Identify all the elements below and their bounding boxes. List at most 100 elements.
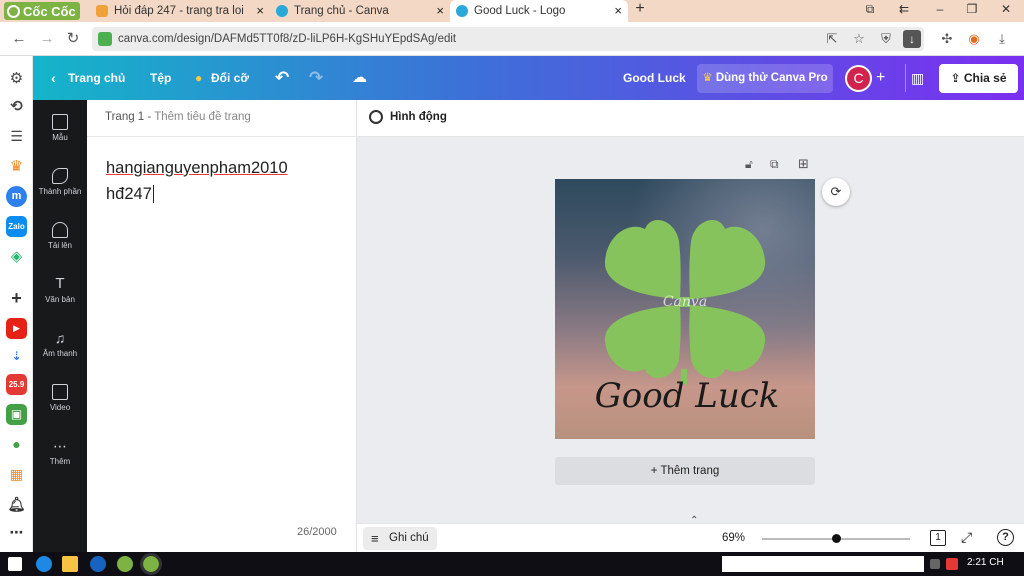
- forward-icon[interactable]: →: [37, 29, 57, 49]
- avatar[interactable]: C: [845, 65, 872, 92]
- help-icon[interactable]: ?: [997, 529, 1014, 546]
- browser-logo[interactable]: Cốc Cốc: [4, 2, 80, 20]
- side-item-uploads[interactable]: Tải lên: [33, 222, 87, 250]
- back-icon[interactable]: ←: [9, 29, 29, 49]
- page-label: Trang 1: [105, 111, 145, 123]
- settings-icon[interactable]: ⚙: [6, 68, 27, 89]
- side-item-video[interactable]: Video: [33, 384, 87, 412]
- cloud-sync-icon[interactable]: ☁: [352, 56, 367, 100]
- game-icon[interactable]: ●: [6, 434, 27, 455]
- maximize-icon[interactable]: ❐: [962, 2, 982, 16]
- tab-canva-home[interactable]: Trang chủ - Canva ×: [270, 0, 450, 22]
- comment-icon[interactable]: ⟳: [822, 178, 850, 206]
- extensions-icon[interactable]: ✣: [937, 29, 957, 49]
- side-item-templates[interactable]: Mẫu: [33, 114, 87, 142]
- notes-button[interactable]: ≡ Ghi chú: [363, 527, 437, 550]
- windows-start-icon[interactable]: [8, 557, 22, 571]
- downloads-icon[interactable]: ⤓: [992, 29, 1012, 49]
- bookmark-icon[interactable]: ☆: [849, 29, 869, 49]
- canva-favicon-icon: [276, 5, 288, 17]
- zalo-icon[interactable]: Zalo: [6, 216, 27, 237]
- side-item-label: Mẫu: [52, 133, 68, 142]
- tab-good-luck[interactable]: Good Luck - Logo ×: [450, 0, 628, 22]
- note-line-2[interactable]: hđ247: [106, 185, 154, 204]
- reload-icon[interactable]: ↻: [63, 29, 83, 49]
- canva-favicon-icon: [456, 5, 468, 17]
- chevron-left-icon[interactable]: ‹: [51, 56, 56, 100]
- coccoc-active-taskbar-icon[interactable]: [140, 553, 162, 575]
- zoom-slider-knob[interactable]: [832, 534, 841, 543]
- share-page-icon[interactable]: ⇱: [822, 29, 842, 49]
- tab-label: Trang chủ - Canva: [294, 5, 389, 17]
- coccoc-icon: [7, 4, 20, 18]
- duplicate-page-icon[interactable]: ⧉: [770, 157, 779, 172]
- lock-page-icon[interactable]: 🔓︎: [745, 157, 753, 172]
- side-item-label: Văn bản: [45, 295, 75, 304]
- animate-icon[interactable]: [369, 110, 383, 124]
- tray-icon[interactable]: [930, 559, 940, 569]
- shield-icon[interactable]: ⛨: [876, 29, 896, 49]
- antivirus-icon[interactable]: [946, 558, 958, 570]
- insights-icon[interactable]: ▥: [911, 56, 924, 100]
- page-header: Trang 1 - Thêm tiêu đề trang: [87, 100, 357, 137]
- gift-icon[interactable]: ▣: [6, 404, 27, 425]
- taskbar-search-box[interactable]: [722, 556, 924, 572]
- profile-icon[interactable]: ◉: [964, 29, 984, 49]
- side-item-more[interactable]: ⋯ Thêm: [33, 438, 87, 466]
- add-page-icon[interactable]: ⊞: [798, 156, 809, 172]
- tab-hoidap[interactable]: Hỏi đáp 247 - trang tra loi ×: [90, 0, 270, 22]
- file-menu[interactable]: Tệp: [150, 56, 171, 100]
- reading-list-icon[interactable]: ☰: [6, 126, 27, 147]
- share-button[interactable]: ⇪ Chia sẻ: [939, 64, 1018, 93]
- side-item-elements[interactable]: Thành phần: [33, 168, 87, 196]
- sale-icon[interactable]: 25.9: [6, 374, 27, 395]
- restore-tabs-icon[interactable]: ⇇: [894, 2, 914, 16]
- editor-footer: ≡ Ghi chú 69% 1 ⤢ ?: [357, 523, 1024, 552]
- file-explorer-icon[interactable]: [62, 556, 78, 572]
- minimize-icon[interactable]: –: [930, 2, 950, 16]
- fullscreen-icon[interactable]: ⤢: [961, 529, 972, 546]
- side-item-audio[interactable]: ♫ Âm thanh: [33, 330, 87, 358]
- note-line-1[interactable]: hangianguyenpham2010: [106, 159, 288, 178]
- url-field[interactable]: canva.com/design/DAFMd5TT0f8/zD-liLP6H-K…: [92, 27, 924, 51]
- lock-icon: [98, 32, 112, 46]
- gamepad-icon[interactable]: ◈: [6, 246, 27, 267]
- page-title-input[interactable]: Thêm tiêu đề trang: [154, 111, 251, 123]
- crown-icon[interactable]: ♛: [6, 156, 27, 177]
- close-icon[interactable]: ×: [436, 3, 444, 18]
- editor-toolbar: Hình động: [357, 100, 1024, 137]
- add-page-button[interactable]: + Thêm trang: [555, 457, 815, 485]
- redo-icon[interactable]: ↷: [309, 56, 323, 100]
- add-app-icon[interactable]: +: [6, 288, 27, 309]
- zoom-app-icon[interactable]: [90, 556, 106, 572]
- close-icon[interactable]: ×: [256, 3, 264, 18]
- youtube-icon[interactable]: ▶: [6, 318, 27, 339]
- more-dots-icon[interactable]: ⋯: [6, 522, 27, 543]
- side-item-text[interactable]: T Văn bản: [33, 276, 87, 305]
- document-title[interactable]: Good Luck: [623, 56, 686, 100]
- window-close-icon[interactable]: ✕: [996, 2, 1016, 16]
- download-app-icon[interactable]: ⇣: [6, 346, 27, 367]
- design-canvas[interactable]: Canva Good Luck: [555, 179, 815, 439]
- messenger-icon[interactable]: m: [6, 186, 27, 207]
- try-pro-button[interactable]: ♛ Dùng thử Canva Pro: [697, 64, 833, 93]
- animate-button[interactable]: Hình động: [390, 111, 447, 123]
- undo-icon[interactable]: ↶: [275, 56, 289, 100]
- history-icon[interactable]: ⟲: [6, 96, 27, 117]
- side-item-label: Thêm: [49, 457, 71, 466]
- coccoc-taskbar-icon[interactable]: [117, 556, 133, 572]
- resize-button[interactable]: Đổi cỡ: [211, 56, 249, 100]
- zoom-slider[interactable]: [762, 534, 910, 543]
- close-icon[interactable]: ×: [614, 3, 622, 18]
- canva-header: ‹ Trang chủ Tệp ● Đổi cỡ ↶ ↷ ☁ Good Luck…: [33, 56, 1024, 100]
- add-people-icon[interactable]: +: [876, 56, 885, 100]
- notification-icon[interactable]: 🔔︎: [6, 494, 27, 515]
- home-link[interactable]: Trang chủ: [68, 56, 125, 100]
- zoom-value[interactable]: 69%: [722, 532, 745, 544]
- new-tab-icon[interactable]: +: [630, 0, 650, 18]
- screenshot-icon[interactable]: ⧉: [860, 2, 880, 17]
- shop-icon[interactable]: ▦: [6, 464, 27, 485]
- page-count-button[interactable]: 1: [930, 530, 946, 546]
- edge-icon[interactable]: [36, 556, 52, 572]
- download-extension-icon[interactable]: ↓: [903, 30, 921, 48]
